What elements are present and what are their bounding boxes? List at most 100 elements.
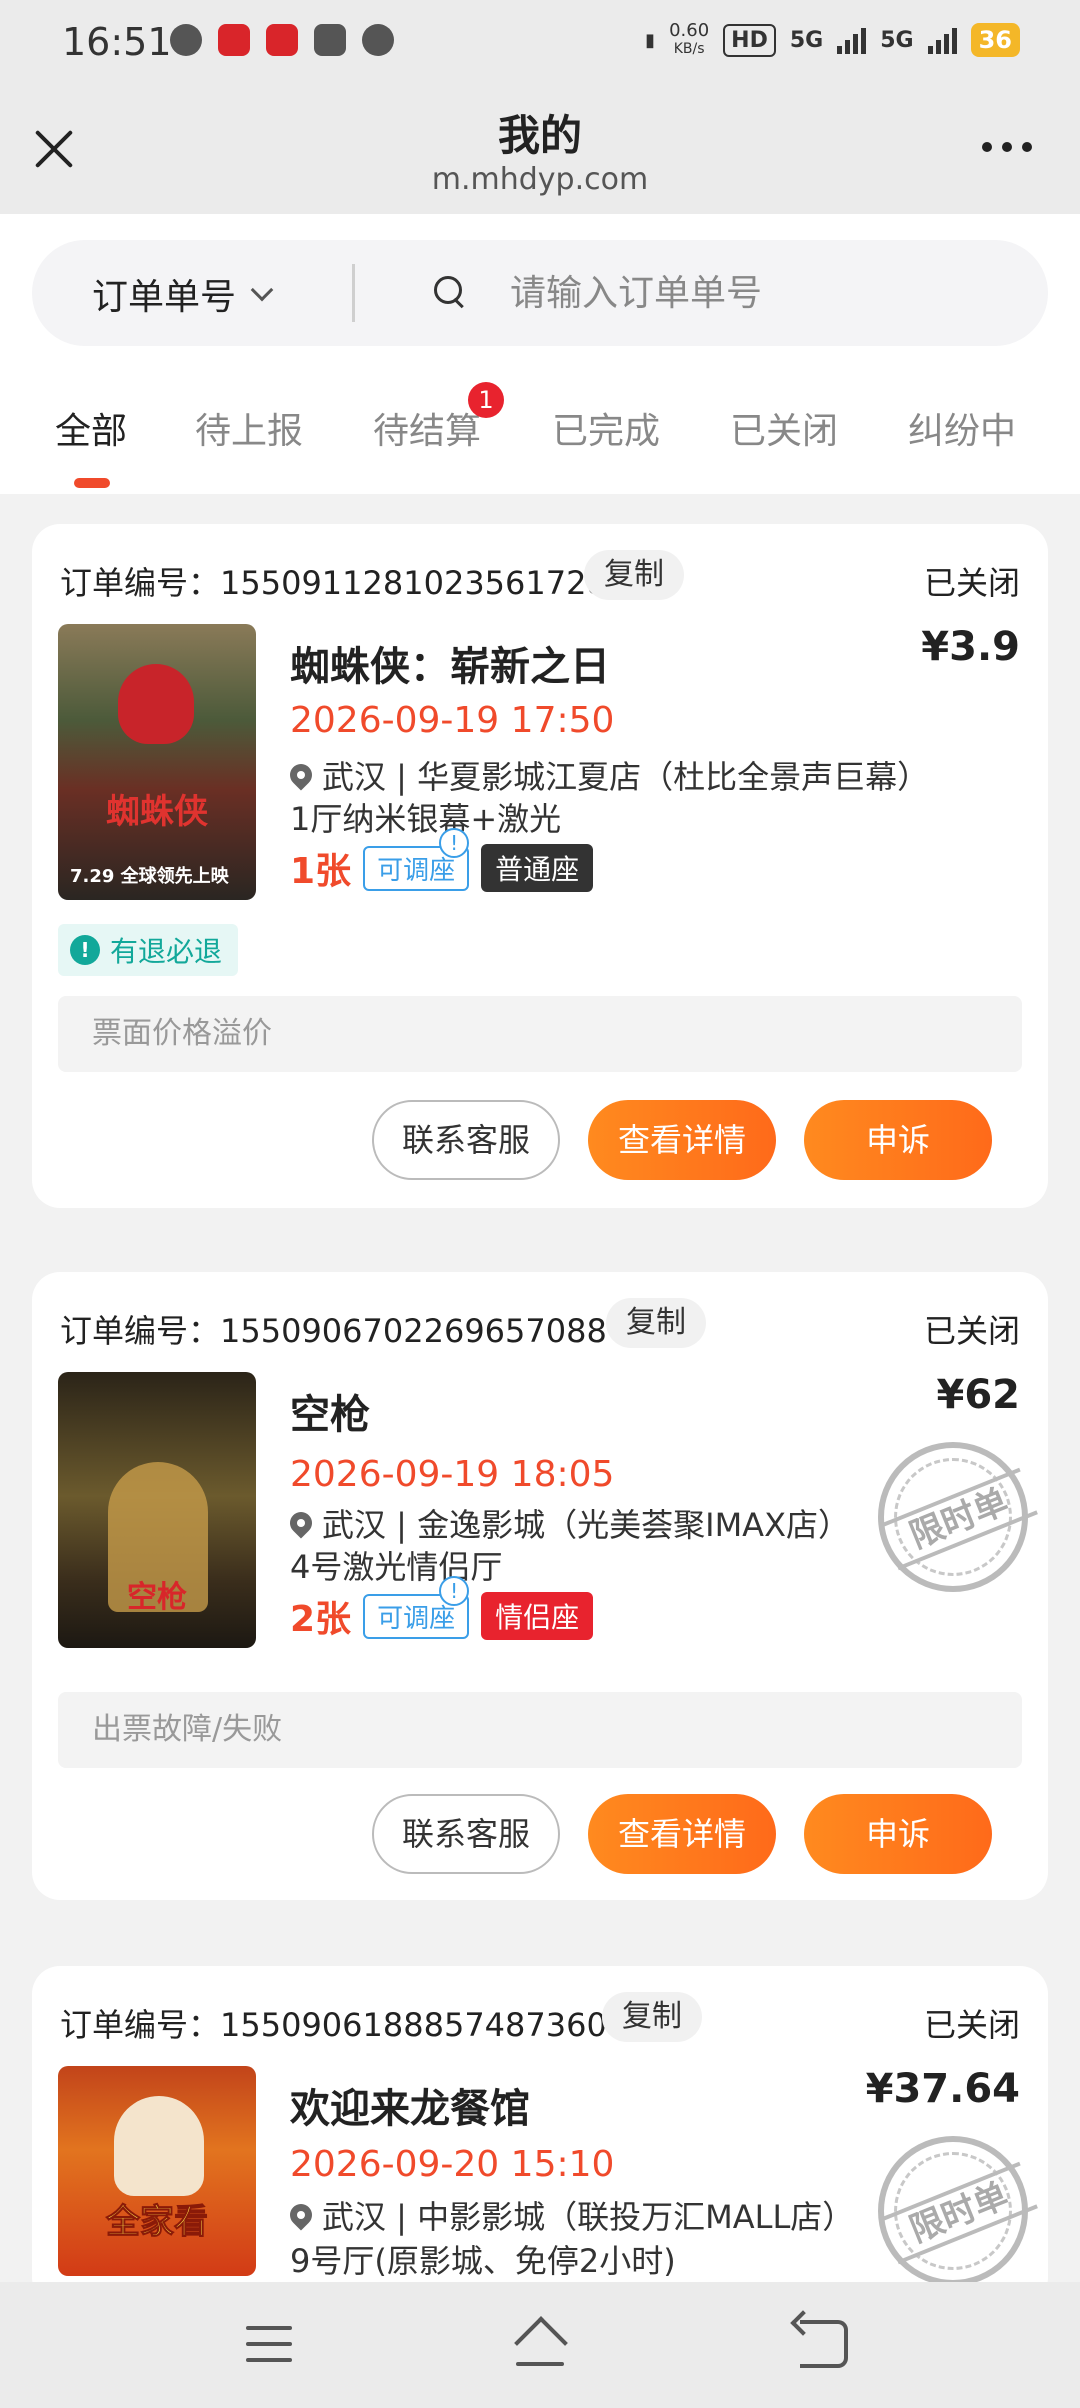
copy-button[interactable]: 复制 — [602, 1992, 702, 2042]
location-pin-icon — [285, 1507, 317, 1539]
order-status: 已关闭 — [923, 564, 1020, 602]
hall-name: 4号激光情侣厅 — [290, 1548, 503, 1586]
poster-title: 全家看 — [106, 2202, 209, 2243]
back-icon[interactable] — [800, 2320, 848, 2368]
ticket-quantity: 1张 — [290, 851, 352, 892]
net-speed-unit: KB/s — [673, 41, 705, 57]
info-icon[interactable]: ! — [439, 1575, 470, 1606]
poster-figure — [118, 664, 194, 744]
cinema-name: 武汉 | 中影影城（联投万汇MALL店） — [322, 2198, 855, 2236]
search-area: 订单单号 全部 待上报 待结算 1 已完成 已关闭 纠纷中 — [0, 214, 1080, 494]
location-pin-icon — [285, 2199, 317, 2231]
message-icon — [362, 24, 394, 56]
hall-name: 1厅纳米银幕+激光 — [290, 800, 562, 838]
order-number: 订单编号：1550906188857487360 — [60, 2006, 607, 2044]
cinema-name: 武汉 | 华夏影城江夏店（杜比全景声巨幕） — [322, 758, 930, 796]
alert-icon: ! — [70, 935, 100, 965]
limited-time-stamp: 限时单 — [878, 1442, 1038, 1592]
tab-pending-settlement[interactable]: 待结算 — [373, 402, 481, 454]
limited-time-stamp: 限时单 — [878, 2136, 1038, 2286]
refund-label: 有退必退 — [110, 935, 223, 968]
movie-poster[interactable]: 空枪 — [58, 1372, 256, 1648]
order-price: ¥62 — [936, 1372, 1021, 1418]
tab-closed[interactable]: 已关闭 — [730, 402, 838, 454]
poster-title: 蜘蛛侠 — [106, 792, 208, 832]
order-card: 订单编号：1550906188857487360 复制 已关闭 全家看 欢迎来龙… — [32, 1966, 1048, 2306]
order-card: 订单编号：1550911281023561728 复制 已关闭 蜘蛛侠 7.29… — [32, 524, 1048, 1208]
refund-guarantee: ! 有退必退 — [58, 924, 239, 976]
search-type-dropdown[interactable]: 订单单号 — [92, 268, 274, 320]
view-details-button[interactable]: 查看详情 — [588, 1794, 776, 1874]
movie-title: 空枪 — [290, 1392, 370, 1438]
ticket-quantity: 2张 — [290, 1599, 352, 1640]
net-speed-value: 0.60 — [669, 20, 710, 41]
app-icon — [218, 24, 250, 56]
movie-title: 蜘蛛侠：崭新之日 — [290, 644, 610, 690]
movie-poster[interactable]: 全家看 — [58, 2066, 256, 2276]
poster-figure — [114, 2096, 204, 2196]
app-icon — [170, 24, 202, 56]
showtime: 2026-09-19 17:50 — [290, 700, 615, 741]
close-reason: 出票故障/失败 — [58, 1692, 1022, 1768]
search-input[interactable] — [510, 264, 1010, 322]
poster-date: 7.29 全球领先上映 — [70, 866, 229, 887]
order-price: ¥37.64 — [865, 2066, 1020, 2112]
adjustable-seat-label: 可调座 — [377, 1603, 456, 1634]
adjustable-seat-label: 可调座 — [377, 855, 456, 886]
tab-completed[interactable]: 已完成 — [552, 402, 660, 454]
copy-button[interactable]: 复制 — [606, 1298, 706, 1348]
view-details-button[interactable]: 查看详情 — [588, 1100, 776, 1180]
title-bar: 我的 m.mhdyp.com — [0, 84, 1080, 214]
contact-support-button[interactable]: 联系客服 — [372, 1100, 560, 1180]
page-url: m.mhdyp.com — [431, 162, 649, 197]
chevron-down-icon — [250, 278, 274, 302]
status-right: ▮ 0.60 KB/s HD 5G 5G 36 — [645, 22, 1020, 58]
tab-badge: 1 — [468, 382, 504, 418]
divider — [352, 264, 355, 322]
tab-pending-report[interactable]: 待上报 — [195, 402, 303, 454]
system-nav-bar — [0, 2282, 1080, 2408]
tab-indicator — [74, 478, 110, 488]
showtime: 2026-09-20 15:10 — [290, 2144, 615, 2185]
search-icon — [434, 276, 468, 310]
signal-5g-2: 5G — [880, 27, 914, 53]
poster-title: 空枪 — [127, 1580, 187, 1615]
ticket-row: 1张 可调座 ! 普通座 — [290, 827, 594, 894]
copy-button[interactable]: 复制 — [584, 550, 684, 600]
contact-support-button[interactable]: 联系客服 — [372, 1794, 560, 1874]
adjustable-seat-tag: 可调座 ! — [363, 1575, 470, 1639]
signal-5g-1: 5G — [789, 27, 824, 53]
cinema-info: 武汉 | 中影影城（联投万汇MALL店） — [285, 2192, 855, 2238]
order-status: 已关闭 — [923, 1312, 1020, 1350]
ticket-row: 2张 可调座 ! 情侣座 — [290, 1575, 594, 1642]
order-price: ¥3.9 — [921, 624, 1020, 670]
home-icon[interactable] — [512, 2318, 568, 2370]
adjustable-seat-tag: 可调座 ! — [363, 827, 470, 891]
appeal-button[interactable]: 申诉 — [804, 1100, 992, 1180]
order-card: 订单编号：1550906702269657088 复制 已关闭 空枪 空枪 ¥6… — [32, 1272, 1048, 1900]
vivo-icon — [314, 24, 346, 56]
order-status: 已关闭 — [923, 2006, 1020, 2044]
net-speed: 0.60 KB/s — [669, 22, 709, 58]
tab-in-dispute[interactable]: 纠纷中 — [908, 402, 1016, 454]
appeal-button[interactable]: 申诉 — [804, 1794, 992, 1874]
order-number: 订单编号：1550906702269657088 — [60, 1312, 607, 1350]
cinema-name: 武汉 | 金逸影城（光美荟聚IMAX店） — [322, 1506, 850, 1544]
info-icon[interactable]: ! — [439, 827, 470, 858]
tab-all[interactable]: 全部 — [55, 402, 127, 454]
hall-name: 9号厅(原影城、免停2小时) — [290, 2242, 676, 2280]
search-type-label: 订单单号 — [92, 277, 237, 318]
movie-poster[interactable]: 蜘蛛侠 7.29 全球领先上映 — [58, 624, 256, 900]
notification-icons — [170, 24, 394, 56]
hd-icon: HD — [723, 23, 776, 57]
menu-icon[interactable] — [246, 2326, 292, 2362]
cinema-info: 武汉 | 华夏影城江夏店（杜比全景声巨幕） — [285, 752, 930, 798]
location-pin-icon — [285, 759, 317, 791]
close-reason: 票面价格溢价 — [58, 996, 1022, 1072]
order-tabs: 全部 待上报 待结算 1 已完成 已关闭 纠纷中 — [0, 382, 1080, 494]
signal-icon — [927, 26, 957, 54]
vibrate-icon: ▮ — [645, 29, 656, 51]
status-bar: 16:51 ▮ 0.60 KB/s HD 5G 5G 36 — [0, 0, 1080, 84]
more-options-icon[interactable] — [982, 142, 1032, 152]
status-time: 16:51 — [62, 20, 172, 64]
